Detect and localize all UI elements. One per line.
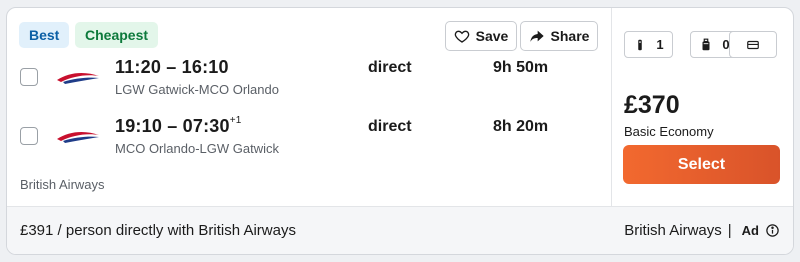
- select-button[interactable]: Select: [623, 145, 780, 184]
- credit-card-icon: [747, 40, 759, 49]
- personal-item-info[interactable]: 1: [624, 31, 673, 58]
- british-airways-logo-icon: [57, 131, 99, 143]
- provider-info: British Airways | Ad: [624, 222, 780, 239]
- separator: |: [727, 222, 732, 239]
- flight-duration: 9h 50m: [493, 59, 549, 76]
- compare-checkbox[interactable]: [20, 127, 38, 145]
- share-arrow-icon: [529, 30, 544, 42]
- flight-stops: direct: [368, 118, 412, 135]
- outbound-leg: 11:20 – 16:10 LGW Gatwick-MCO Orlando di…: [7, 54, 611, 104]
- personal-item-count: 1: [656, 37, 664, 52]
- flight-times: 19:10 – 07:30+1: [115, 115, 242, 136]
- heart-icon: [454, 30, 469, 43]
- personal-bag-icon: [638, 39, 643, 50]
- airline-name: British Airways: [20, 177, 105, 192]
- direct-offer-text: £391 / person directly with British Airw…: [20, 222, 296, 239]
- return-leg: 19:10 – 07:30+1 MCO Orlando-LGW Gatwick …: [7, 113, 611, 163]
- flight-duration: 8h 20m: [493, 118, 549, 135]
- footer-offer[interactable]: £391 / person directly with British Airw…: [7, 206, 793, 254]
- best-badge: Best: [19, 22, 70, 48]
- share-button[interactable]: Share: [520, 21, 598, 51]
- save-label: Save: [475, 28, 509, 44]
- fare-class: Basic Economy: [624, 124, 714, 139]
- flight-route: LGW Gatwick-MCO Orlando: [115, 82, 279, 97]
- flight-times: 11:20 – 16:10: [115, 57, 229, 77]
- flight-route: MCO Orlando-LGW Gatwick: [115, 141, 279, 156]
- itinerary-section: Best Cheapest Save Share 11:20 – 16:10 L…: [7, 8, 611, 206]
- provider-name: British Airways: [624, 222, 722, 239]
- price: £370: [624, 91, 680, 119]
- save-button[interactable]: Save: [445, 21, 517, 51]
- flight-stops: direct: [368, 59, 412, 76]
- compare-checkbox[interactable]: [20, 68, 38, 86]
- cheapest-badge: Cheapest: [75, 22, 159, 48]
- payment-info[interactable]: [729, 31, 777, 58]
- cabin-bag-icon: [702, 38, 710, 50]
- british-airways-logo-icon: [57, 72, 99, 84]
- info-icon[interactable]: [765, 223, 780, 238]
- price-section: 1 0 £370 Basic Economy Select: [611, 8, 793, 206]
- share-label: Share: [550, 28, 590, 44]
- ad-label: Ad: [741, 223, 759, 238]
- flight-result-card: Best Cheapest Save Share 11:20 – 16:10 L…: [6, 7, 794, 255]
